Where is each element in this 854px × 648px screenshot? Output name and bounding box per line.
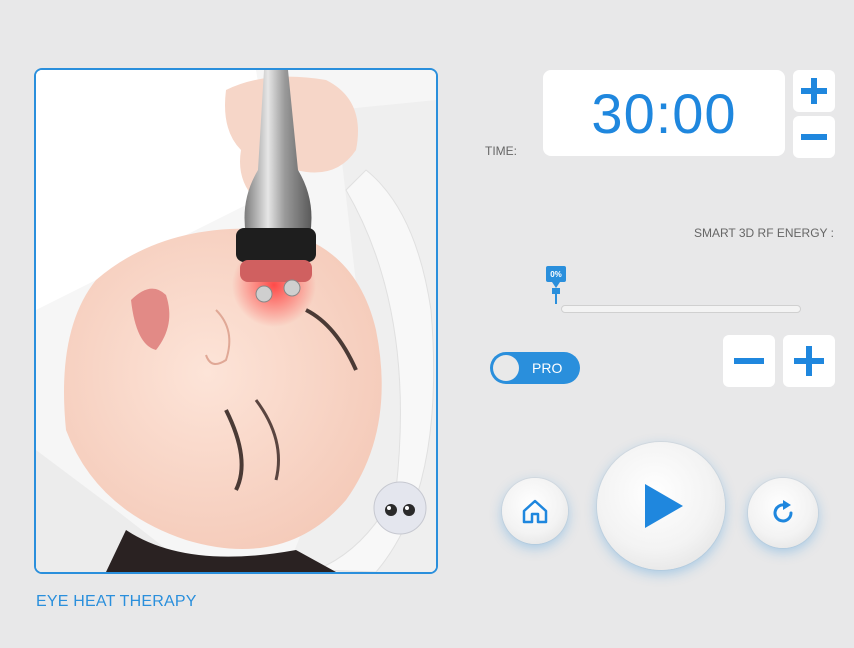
reset-button[interactable] (748, 478, 818, 548)
home-icon (522, 499, 548, 524)
play-button[interactable] (597, 442, 725, 570)
energy-decrease-button[interactable] (723, 335, 775, 387)
time-increase-button[interactable] (793, 70, 835, 112)
home-button[interactable] (502, 478, 568, 544)
pro-toggle-label: PRO (532, 360, 563, 376)
slider-pin-icon (552, 282, 560, 304)
refresh-icon (773, 500, 793, 523)
minus-icon (801, 134, 827, 140)
play-icon (645, 484, 683, 528)
treatment-image (34, 68, 438, 574)
energy-slider-track[interactable] (561, 305, 801, 313)
therapy-caption: EYE HEAT THERAPY (36, 593, 197, 610)
pro-mode-toggle[interactable]: PRO (490, 352, 580, 384)
plus-icon (801, 78, 827, 104)
energy-slider-thumb[interactable]: 0% (546, 266, 574, 310)
energy-increase-button[interactable] (783, 335, 835, 387)
timer-display: 30:00 (543, 70, 785, 156)
toggle-knob (493, 355, 519, 381)
plus-icon (794, 346, 824, 376)
time-decrease-button[interactable] (793, 116, 835, 158)
energy-label: SMART 3D RF ENERGY : (693, 226, 834, 240)
minus-icon (734, 358, 764, 364)
time-label: TIME: (485, 144, 517, 158)
